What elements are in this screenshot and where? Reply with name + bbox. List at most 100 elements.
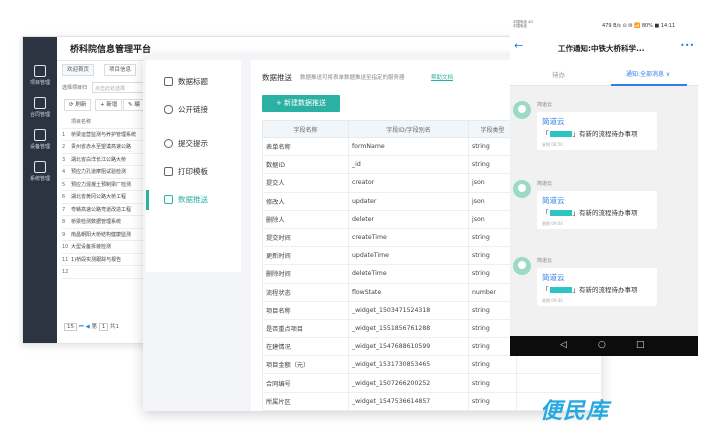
menu-item-data-title[interactable]: 数据标题 — [146, 68, 241, 96]
field-cell: _widget_1551856761288 — [348, 318, 469, 339]
field-cell: 项目金额（元） — [262, 355, 349, 375]
message-sender: 简道云 — [537, 258, 553, 264]
field-cell: creator — [348, 173, 469, 193]
field-cell: string — [468, 391, 517, 411]
phone-title: 工作通知:中铁大桥科学... — [558, 44, 645, 53]
sidebar-item-system[interactable]: 系统管理 — [23, 161, 57, 182]
column-header: 字段ID/字段别名 — [348, 120, 469, 138]
panel-description: 数据推送可将表单数据推送至指定的服务器 — [300, 75, 405, 81]
refresh-button[interactable]: ⟳ 刷新 — [64, 99, 92, 111]
table-row[interactable]: 9 南昌朝阳大桥结构健康监测 — [62, 229, 144, 241]
message-text: 「」有新的流程待办事项 — [542, 286, 638, 294]
new-data-push-button[interactable]: + 新建数据推送 — [262, 95, 340, 112]
app-title: 桥科院信息管理平台 — [70, 45, 152, 55]
tab-all-messages[interactable]: 通知:全部消息 ∨ — [626, 69, 670, 78]
field-cell: 数据ID — [262, 155, 349, 175]
menu-item-print-template[interactable]: 打印模板 — [146, 158, 241, 186]
table-row[interactable]: 4 预应力孔道摩阻试验检测 — [62, 166, 144, 179]
table-row[interactable]: 2 贵州省赤水至望谟高速公路 — [62, 141, 144, 154]
prev-page-icon[interactable]: ◀ — [85, 324, 89, 330]
sidebar-item-project[interactable]: 项目管理 — [23, 65, 57, 86]
field-cell — [516, 373, 602, 393]
field-cell: _widget_1507266200252 — [348, 373, 469, 393]
watermark-logo: 便民库 — [540, 399, 610, 424]
nav-recent-icon[interactable]: □ — [636, 340, 645, 350]
field-row[interactable]: 项目金额（元） _widget_1531730853465 string — [262, 355, 602, 375]
redacted-block — [549, 287, 572, 293]
field-cell: string — [468, 373, 517, 393]
field-cell: _widget_1531730853465 — [348, 355, 469, 375]
settings-menu: 数据标题 公开链接 提交提示 打印模板 数据推送 — [146, 60, 241, 272]
carrier-text: 中国电信 4G 中国电信 — [513, 20, 534, 28]
menu-item-public-link[interactable]: 公开链接 — [146, 96, 241, 124]
field-cell — [516, 355, 602, 375]
tab-welcome[interactable]: 欢迎首页 — [62, 64, 95, 76]
field-cell: _widget_1547536614857 — [348, 391, 469, 411]
message-text: 「」有新的流程待办事项 — [542, 209, 638, 217]
field-row[interactable]: 合同编号 _widget_1507266200252 string — [262, 373, 602, 393]
field-cell: createTime — [348, 227, 469, 248]
field-cell: _widget_1547688610599 — [348, 337, 469, 357]
link-icon — [164, 105, 173, 114]
document-icon — [34, 97, 46, 109]
add-button[interactable]: + 新增 — [95, 99, 123, 111]
field-cell: deleteTime — [348, 264, 469, 284]
field-cell: 表单名称 — [262, 136, 349, 157]
redacted-block — [549, 210, 572, 216]
table-row[interactable]: 1 桥梁运营监测与养护管理系统 — [62, 129, 144, 141]
more-icon[interactable]: ••• — [680, 41, 694, 50]
field-cell: flowState — [348, 282, 469, 302]
message-time: 星期 08:50 — [542, 142, 563, 147]
nav-home-icon[interactable]: ○ — [598, 340, 606, 350]
table-row[interactable]: 6 湖北省黄冈公路大桥工程 — [62, 191, 144, 204]
message-card-title: 简道云 — [542, 117, 565, 126]
back-sidebar: 项目管理 合同管理 设备管理 系统管理 — [23, 37, 57, 343]
field-cell: deleter — [348, 209, 469, 229]
menu-item-data-push[interactable]: 数据推送 — [146, 186, 241, 214]
message-sender: 简道云 — [537, 181, 553, 187]
pager: 15 ⏮ ◀ 第 1 共1 — [64, 322, 119, 331]
first-page-icon[interactable]: ⏮ — [79, 324, 84, 330]
panel-title: 数据推送 — [262, 73, 292, 82]
message-card-title: 简道云 — [542, 273, 565, 282]
check-circle-icon — [164, 139, 173, 148]
field-cell: 删除人 — [262, 209, 349, 229]
message-card-title: 简道云 — [542, 196, 565, 205]
table-header: 项目名称 — [62, 116, 144, 129]
field-cell: 项目名称 — [262, 300, 349, 320]
field-cell: 修改人 — [262, 191, 349, 211]
table-row[interactable]: 12 — [62, 266, 144, 279]
nav-back-icon[interactable]: ◁ — [560, 340, 567, 350]
menu-item-submit-tip[interactable]: 提交提示 — [146, 130, 241, 158]
field-cell: string — [468, 355, 517, 375]
table-row[interactable]: 11 1)桥段实测跟踪与报告 — [62, 254, 144, 266]
avatar — [513, 257, 531, 275]
tab-project-info[interactable]: 项目信息 — [104, 64, 137, 76]
tab-pending[interactable]: 待办 — [552, 69, 565, 79]
field-cell: 删除时间 — [262, 264, 349, 284]
field-cell: 所属片区 — [262, 391, 349, 411]
field-cell: updateTime — [348, 246, 469, 266]
edit-button[interactable]: ✎ 编 — [123, 99, 145, 111]
page-size-select[interactable]: 15 — [64, 323, 77, 331]
monitor-icon — [34, 161, 46, 173]
printer-icon — [164, 167, 173, 176]
field-cell: 在建情况 — [262, 337, 349, 357]
sidebar-item-contract[interactable]: 合同管理 — [23, 97, 57, 118]
message-time: 星期 09:40 — [542, 298, 563, 303]
avatar — [513, 101, 531, 119]
table-row[interactable]: 7 粤赣高速公路弯道改造工程 — [62, 204, 144, 216]
table-row[interactable]: 10 大型设备拆装检测 — [62, 241, 144, 254]
table-row[interactable]: 3 湖北省白洋长江公路大桥 — [62, 154, 144, 166]
table-row[interactable]: 5 预应力混凝土预制梁厂检测 — [62, 179, 144, 191]
avatar — [513, 180, 531, 198]
table-row[interactable]: 8 桥梁检测数据管理系统 — [62, 216, 144, 229]
back-arrow-icon[interactable]: ← — [514, 40, 523, 52]
page-number-input[interactable]: 1 — [98, 323, 109, 331]
sidebar-item-device[interactable]: 设备管理 — [23, 129, 57, 150]
tag-icon — [164, 77, 173, 86]
column-header: 字段名称 — [262, 120, 349, 138]
help-doc-link[interactable]: 帮助文档 — [431, 73, 453, 81]
filter-input[interactable]: 点击此处选择 — [92, 82, 144, 93]
message-text: 「」有新的流程待办事项 — [542, 130, 638, 138]
